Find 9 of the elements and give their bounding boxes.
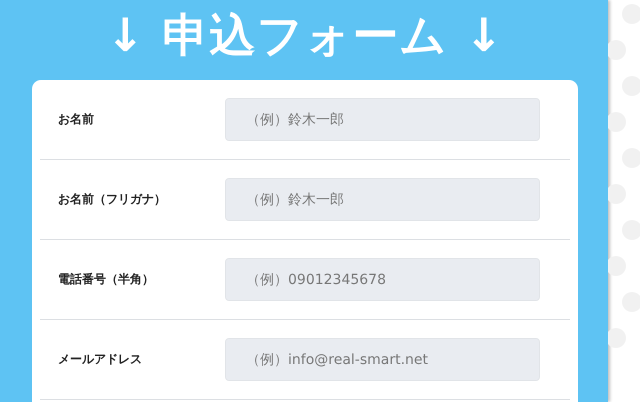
- input-field[interactable]: （例）鈴木一郎: [225, 98, 540, 141]
- field-label: 電話番号（半角）: [58, 271, 155, 288]
- input-field[interactable]: （例）info@real-smart.net: [225, 338, 540, 381]
- form-heading: ↓ 申込フォーム ↓: [104, 7, 506, 64]
- field-label: メールアドレス: [58, 351, 143, 368]
- input-field[interactable]: （例）鈴木一郎: [225, 178, 540, 221]
- field-label: お名前: [58, 111, 95, 128]
- field-label: お名前（フリガナ）: [58, 191, 167, 208]
- input-field[interactable]: （例）09012345678: [225, 258, 540, 301]
